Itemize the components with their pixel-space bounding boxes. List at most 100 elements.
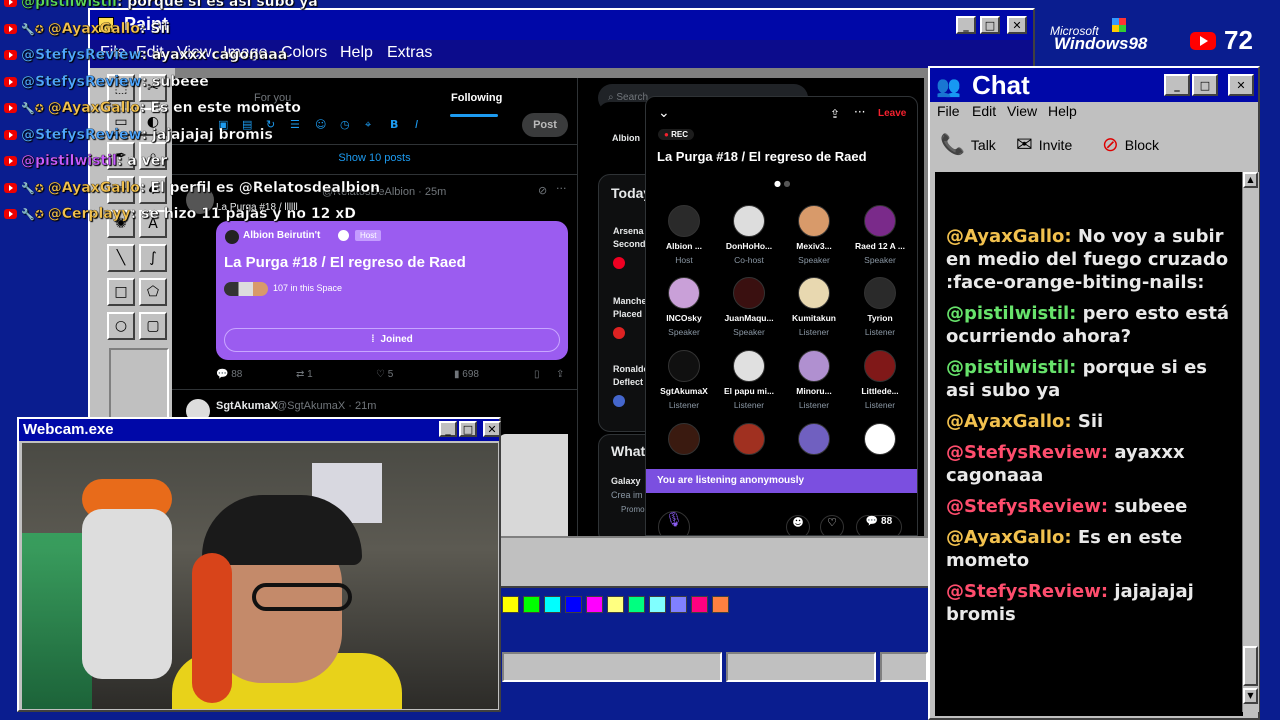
retweet-count[interactable]: ⇄ 1 <box>296 369 313 380</box>
chat-username[interactable]: @AyaxGallo: <box>946 226 1072 247</box>
chat-username[interactable]: @StefysReview: <box>946 496 1108 517</box>
participant[interactable] <box>782 423 846 455</box>
color-swatch[interactable] <box>670 596 687 613</box>
color-swatch[interactable] <box>502 596 519 613</box>
react-button[interactable]: ♡ <box>820 515 844 535</box>
menu-edit[interactable]: Edit <box>972 103 996 119</box>
close-button[interactable]: ✕ <box>483 421 501 437</box>
chat-username[interactable]: @StefysReview: <box>946 442 1108 463</box>
menu-view[interactable]: View <box>1007 103 1037 119</box>
color-swatch[interactable] <box>523 596 540 613</box>
participant[interactable]: Minoru... Listener <box>782 350 846 410</box>
line-tool[interactable]: ╲ <box>107 244 135 272</box>
leave-button[interactable]: Leave <box>878 108 906 119</box>
tool-options[interactable] <box>109 348 169 422</box>
chat-messages[interactable]: @AyaxGallo: No voy a subir en medio del … <box>935 172 1243 716</box>
close-button[interactable]: ✕ <box>1228 74 1254 96</box>
joined-button[interactable]: ⁞ Joined <box>224 328 560 352</box>
grok-icon[interactable]: ⊘ <box>538 184 547 197</box>
menu-help[interactable]: Help <box>340 44 373 62</box>
participant[interactable]: INCOsky Speaker <box>652 277 716 337</box>
color-swatch[interactable] <box>691 596 708 613</box>
tab-following[interactable]: Following <box>451 92 502 104</box>
reply-count[interactable]: 💬 88 <box>216 369 242 380</box>
schedule-icon[interactable]: ◷ <box>340 118 350 131</box>
curve-tool[interactable]: ∫ <box>139 244 167 272</box>
participant[interactable]: El papu mi... Listener <box>717 350 781 410</box>
participant[interactable]: JuanMaqu... Speaker <box>717 277 781 337</box>
close-button[interactable]: ✕ <box>1007 16 1027 34</box>
participant[interactable] <box>848 423 912 455</box>
paint-titlebar[interactable]: Paint _ □ ✕ <box>90 10 1033 40</box>
maximize-button[interactable]: □ <box>980 16 1000 34</box>
menu-help[interactable]: Help <box>1048 103 1077 119</box>
maximize-button[interactable]: □ <box>1192 74 1218 96</box>
chat-username[interactable]: @AyaxGallo: <box>946 527 1072 548</box>
participant[interactable] <box>717 423 781 455</box>
participant[interactable]: Littlede... Listener <box>848 350 912 410</box>
block-button[interactable]: ⊘ Block <box>1102 132 1159 157</box>
bold-icon[interactable]: B <box>390 118 398 131</box>
color-swatch[interactable] <box>649 596 666 613</box>
comments-button[interactable]: 💬 88 <box>856 515 902 535</box>
participant[interactable]: DonHoHo... Co-host <box>717 205 781 265</box>
color-swatch[interactable] <box>628 596 645 613</box>
more-icon[interactable]: ··· <box>854 105 865 119</box>
invite-button[interactable]: ✉ Invite <box>1016 132 1072 157</box>
participant[interactable]: Kumitakun Listener <box>782 277 846 337</box>
more-icon[interactable]: ··· <box>556 182 567 195</box>
color-swatch[interactable] <box>586 596 603 613</box>
participant[interactable]: SgtAkumaX Listener <box>652 350 716 410</box>
bookmark-icon[interactable]: ▯ <box>534 369 540 380</box>
webcam-titlebar[interactable]: Webcam.exe _ □ ✕ <box>19 419 501 441</box>
chat-titlebar[interactable]: 👥 Chat _ □ ✕ <box>930 68 1258 102</box>
post-button[interactable]: Post <box>522 113 568 137</box>
menu-colors[interactable]: Colors <box>281 44 327 62</box>
trend-line[interactable]: Ronaldo <box>613 363 649 376</box>
talk-button[interactable]: 📞 Talk <box>940 132 996 157</box>
color-swatch[interactable] <box>607 596 624 613</box>
chat-username[interactable]: @pistilwistil: <box>946 303 1076 324</box>
share-icon[interactable]: ⇪ <box>830 107 840 121</box>
mic-button[interactable]: 🎙 <box>658 511 690 535</box>
menu-extras[interactable]: Extras <box>387 44 432 62</box>
participant[interactable] <box>652 423 716 455</box>
post-image[interactable] <box>498 434 568 536</box>
participant[interactable]: Mexiv3... Speaker <box>782 205 846 265</box>
space-card[interactable]: Albion Beirutin't Host La Purga #18 / El… <box>216 221 568 360</box>
minimize-button[interactable]: _ <box>956 16 976 34</box>
color-swatch[interactable] <box>565 596 582 613</box>
menu-file[interactable]: File <box>937 103 960 119</box>
ellipse-tool[interactable]: ○ <box>107 312 135 340</box>
like-count[interactable]: ♡ 5 <box>376 369 393 380</box>
color-swatch[interactable] <box>544 596 561 613</box>
participant[interactable]: Raed 12 A ... Speaker <box>848 205 912 265</box>
chat-username[interactable]: @StefysReview: <box>946 581 1108 602</box>
scroll-thumb[interactable] <box>1243 646 1258 686</box>
participant[interactable]: Tyrion Listener <box>848 277 912 337</box>
view-count[interactable]: ▮ 698 <box>454 369 479 380</box>
rounded-rect-tool[interactable]: ▢ <box>139 312 167 340</box>
show-posts-link[interactable]: Show 10 posts <box>172 152 577 164</box>
location-icon[interactable]: ⌖ <box>365 118 371 132</box>
people-button[interactable]: ☻ <box>786 515 810 535</box>
trend-line[interactable]: Manche <box>613 295 647 308</box>
polygon-tool[interactable]: ⬠ <box>139 278 167 306</box>
scroll-up-button[interactable]: ▲ <box>1243 172 1258 188</box>
maximize-button[interactable]: □ <box>459 421 477 437</box>
share-icon[interactable]: ⇪ <box>556 369 564 380</box>
rectangle-tool[interactable]: □ <box>107 278 135 306</box>
chat-username[interactable]: @AyaxGallo: <box>946 411 1072 432</box>
trend-line[interactable]: Arsena <box>613 225 644 238</box>
trend-line[interactable]: Galaxy <box>611 475 641 488</box>
italic-icon[interactable]: I <box>415 118 418 131</box>
chat-username[interactable]: @pistilwistil: <box>946 357 1076 378</box>
color-swatch[interactable] <box>712 596 729 613</box>
chat-scrollbar[interactable]: ▲ ▼ <box>1242 172 1259 712</box>
minimize-button[interactable]: _ <box>1164 74 1190 96</box>
participant[interactable]: Albion ... Host <box>652 205 716 265</box>
scroll-down-button[interactable]: ▼ <box>1243 688 1258 704</box>
collapse-icon[interactable]: ⌄ <box>658 105 670 121</box>
emoji-icon[interactable]: ☺ <box>315 118 326 131</box>
minimize-button[interactable]: _ <box>439 421 457 437</box>
